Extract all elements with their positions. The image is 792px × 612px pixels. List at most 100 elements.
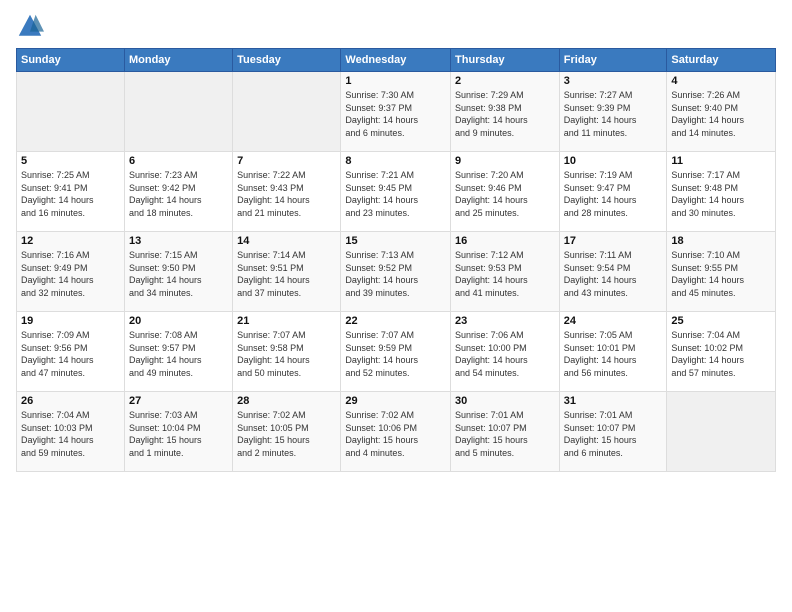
header: [16, 12, 776, 40]
day-header-wednesday: Wednesday: [341, 49, 451, 72]
calendar-cell: 26 Sunrise: 7:04 AM Sunset: 10:03 PM Dayl…: [17, 392, 125, 472]
page: SundayMondayTuesdayWednesdayThursdayFrid…: [0, 0, 792, 612]
day-number: 4: [671, 75, 771, 87]
calendar-cell: 27 Sunrise: 7:03 AM Sunset: 10:04 PM Dayl…: [124, 392, 232, 472]
day-info: Sunrise: 7:23 AM Sunset: 9:42 PM Dayligh…: [129, 169, 228, 219]
calendar-cell: 3Sunrise: 7:27 AM Sunset: 9:39 PM Daylig…: [559, 72, 667, 152]
day-number: 12: [21, 235, 120, 247]
day-info: Sunrise: 7:07 AM Sunset: 9:59 PM Dayligh…: [345, 329, 446, 379]
day-number: 10: [564, 155, 663, 167]
day-info: Sunrise: 7:25 AM Sunset: 9:41 PM Dayligh…: [21, 169, 120, 219]
calendar-header-row: SundayMondayTuesdayWednesdayThursdayFrid…: [17, 49, 776, 72]
day-info: Sunrise: 7:16 AM Sunset: 9:49 PM Dayligh…: [21, 249, 120, 299]
day-number: 9: [455, 155, 555, 167]
calendar-cell: 28Sunrise: 7:02 AM Sunset: 10:05 PM Dayl…: [233, 392, 341, 472]
calendar-cell: 13 Sunrise: 7:15 AM Sunset: 9:50 PM Dayli…: [124, 232, 232, 312]
calendar-cell: 15 Sunrise: 7:13 AM Sunset: 9:52 PM Dayli…: [341, 232, 451, 312]
day-info: Sunrise: 7:06 AM Sunset: 10:00 PM Daylig…: [455, 329, 555, 379]
day-header-saturday: Saturday: [667, 49, 776, 72]
day-number: 26: [21, 395, 120, 407]
day-header-tuesday: Tuesday: [233, 49, 341, 72]
day-info: Sunrise: 7:04 AM Sunset: 10:02 PM Daylig…: [671, 329, 771, 379]
day-number: 23: [455, 315, 555, 327]
day-info: Sunrise: 7:01 AM Sunset: 10:07 PM Daylig…: [455, 409, 555, 459]
day-info: Sunrise: 7:04 AM Sunset: 10:03 PM Daylig…: [21, 409, 120, 459]
day-info: Sunrise: 7:03 AM Sunset: 10:04 PM Daylig…: [129, 409, 228, 459]
day-info: Sunrise: 7:05 AM Sunset: 10:01 PM Daylig…: [564, 329, 663, 379]
day-number: 27: [129, 395, 228, 407]
calendar-cell: 1 Sunrise: 7:30 AM Sunset: 9:37 PM Daylig…: [341, 72, 451, 152]
logo: [16, 12, 48, 40]
day-info: Sunrise: 7:21 AM Sunset: 9:45 PM Dayligh…: [345, 169, 446, 219]
calendar-cell: 19 Sunrise: 7:09 AM Sunset: 9:56 PM Dayli…: [17, 312, 125, 392]
day-info: Sunrise: 7:14 AM Sunset: 9:51 PM Dayligh…: [237, 249, 336, 299]
day-number: 15: [345, 235, 446, 247]
day-info: Sunrise: 7:08 AM Sunset: 9:57 PM Dayligh…: [129, 329, 228, 379]
calendar-table: SundayMondayTuesdayWednesdayThursdayFrid…: [16, 48, 776, 472]
calendar-cell: 29 Sunrise: 7:02 AM Sunset: 10:06 PM Dayl…: [341, 392, 451, 472]
day-number: 28: [237, 395, 336, 407]
day-info: Sunrise: 7:13 AM Sunset: 9:52 PM Dayligh…: [345, 249, 446, 299]
calendar-week-3: 12 Sunrise: 7:16 AM Sunset: 9:49 PM Dayli…: [17, 232, 776, 312]
calendar-cell: 23 Sunrise: 7:06 AM Sunset: 10:00 PM Dayl…: [451, 312, 560, 392]
calendar-cell: 10 Sunrise: 7:19 AM Sunset: 9:47 PM Dayli…: [559, 152, 667, 232]
day-number: 30: [455, 395, 555, 407]
day-number: 13: [129, 235, 228, 247]
calendar-cell: 16 Sunrise: 7:12 AM Sunset: 9:53 PM Dayli…: [451, 232, 560, 312]
calendar-cell: 25 Sunrise: 7:04 AM Sunset: 10:02 PM Dayl…: [667, 312, 776, 392]
day-info: Sunrise: 7:30 AM Sunset: 9:37 PM Dayligh…: [345, 89, 446, 139]
calendar-cell: 7 Sunrise: 7:22 AM Sunset: 9:43 PM Daylig…: [233, 152, 341, 232]
day-info: Sunrise: 7:29 AM Sunset: 9:38 PM Dayligh…: [455, 89, 555, 139]
day-number: 3: [564, 75, 663, 87]
calendar-cell: 12 Sunrise: 7:16 AM Sunset: 9:49 PM Dayli…: [17, 232, 125, 312]
day-header-friday: Friday: [559, 49, 667, 72]
day-header-monday: Monday: [124, 49, 232, 72]
day-number: 11: [671, 155, 771, 167]
day-number: 31: [564, 395, 663, 407]
calendar-week-1: 1 Sunrise: 7:30 AM Sunset: 9:37 PM Daylig…: [17, 72, 776, 152]
day-header-thursday: Thursday: [451, 49, 560, 72]
day-number: 19: [21, 315, 120, 327]
day-info: Sunrise: 7:20 AM Sunset: 9:46 PM Dayligh…: [455, 169, 555, 219]
calendar-cell: [667, 392, 776, 472]
day-number: 24: [564, 315, 663, 327]
calendar-cell: 30 Sunrise: 7:01 AM Sunset: 10:07 PM Dayl…: [451, 392, 560, 472]
day-info: Sunrise: 7:19 AM Sunset: 9:47 PM Dayligh…: [564, 169, 663, 219]
calendar-cell: 6Sunrise: 7:23 AM Sunset: 9:42 PM Daylig…: [124, 152, 232, 232]
calendar-cell: 17 Sunrise: 7:11 AM Sunset: 9:54 PM Dayli…: [559, 232, 667, 312]
day-number: 2: [455, 75, 555, 87]
calendar-cell: 31 Sunrise: 7:01 AM Sunset: 10:07 PM Dayl…: [559, 392, 667, 472]
day-info: Sunrise: 7:17 AM Sunset: 9:48 PM Dayligh…: [671, 169, 771, 219]
day-info: Sunrise: 7:15 AM Sunset: 9:50 PM Dayligh…: [129, 249, 228, 299]
calendar-cell: 11 Sunrise: 7:17 AM Sunset: 9:48 PM Dayli…: [667, 152, 776, 232]
calendar-cell: 14 Sunrise: 7:14 AM Sunset: 9:51 PM Dayli…: [233, 232, 341, 312]
calendar-week-4: 19 Sunrise: 7:09 AM Sunset: 9:56 PM Dayli…: [17, 312, 776, 392]
day-header-sunday: Sunday: [17, 49, 125, 72]
day-number: 14: [237, 235, 336, 247]
day-number: 5: [21, 155, 120, 167]
day-info: Sunrise: 7:26 AM Sunset: 9:40 PM Dayligh…: [671, 89, 771, 139]
day-info: Sunrise: 7:02 AM Sunset: 10:06 PM Daylig…: [345, 409, 446, 459]
day-number: 20: [129, 315, 228, 327]
day-number: 21: [237, 315, 336, 327]
calendar-week-5: 26 Sunrise: 7:04 AM Sunset: 10:03 PM Dayl…: [17, 392, 776, 472]
day-number: 7: [237, 155, 336, 167]
calendar-cell: 9 Sunrise: 7:20 AM Sunset: 9:46 PM Daylig…: [451, 152, 560, 232]
day-number: 1: [345, 75, 446, 87]
calendar-week-2: 5 Sunrise: 7:25 AM Sunset: 9:41 PM Daylig…: [17, 152, 776, 232]
day-info: Sunrise: 7:12 AM Sunset: 9:53 PM Dayligh…: [455, 249, 555, 299]
calendar-cell: 4 Sunrise: 7:26 AM Sunset: 9:40 PM Daylig…: [667, 72, 776, 152]
day-info: Sunrise: 7:07 AM Sunset: 9:58 PM Dayligh…: [237, 329, 336, 379]
day-info: Sunrise: 7:11 AM Sunset: 9:54 PM Dayligh…: [564, 249, 663, 299]
day-info: Sunrise: 7:22 AM Sunset: 9:43 PM Dayligh…: [237, 169, 336, 219]
day-info: Sunrise: 7:01 AM Sunset: 10:07 PM Daylig…: [564, 409, 663, 459]
day-number: 17: [564, 235, 663, 247]
day-info: Sunrise: 7:09 AM Sunset: 9:56 PM Dayligh…: [21, 329, 120, 379]
calendar-cell: [233, 72, 341, 152]
calendar-cell: 21 Sunrise: 7:07 AM Sunset: 9:58 PM Dayli…: [233, 312, 341, 392]
day-number: 18: [671, 235, 771, 247]
day-number: 16: [455, 235, 555, 247]
day-number: 29: [345, 395, 446, 407]
day-info: Sunrise: 7:10 AM Sunset: 9:55 PM Dayligh…: [671, 249, 771, 299]
day-number: 25: [671, 315, 771, 327]
